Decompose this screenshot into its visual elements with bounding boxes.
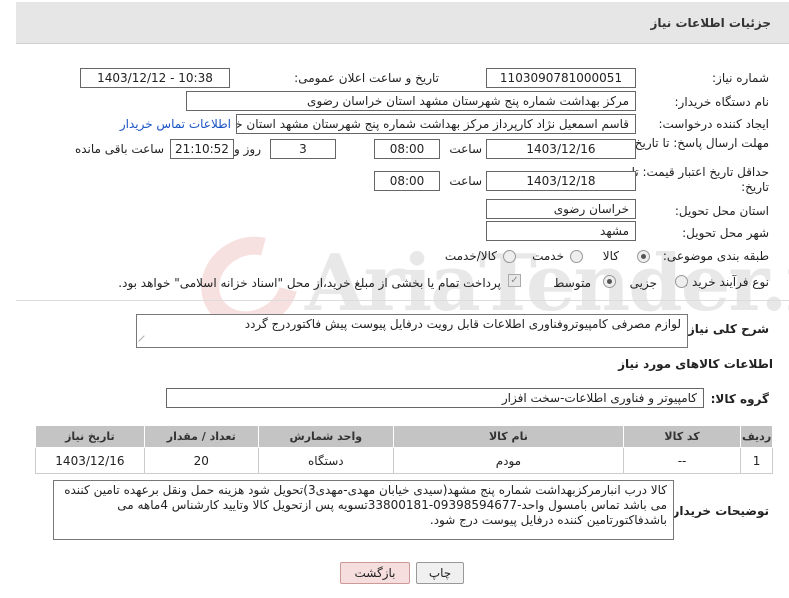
creator-label: ایجاد کننده درخواست:: [658, 117, 769, 131]
row-date: 1403/12/16: [35, 447, 145, 474]
remaining-label: ساعت باقی مانده: [74, 142, 164, 156]
col-name-header: نام کالا: [392, 425, 624, 448]
category-radio-goods[interactable]: [637, 250, 650, 263]
category-label: طبقه بندی موضوعی:: [662, 249, 769, 263]
buyer-field: مرکز بهداشت شماره پنج شهرستان مشهد استان…: [186, 91, 636, 111]
payment-note: پرداخت تمام یا بخشی از مبلغ خرید،از محل …: [118, 276, 501, 290]
buyer-label: نام دستگاه خریدار:: [674, 95, 770, 109]
city-field: مشهد: [486, 221, 636, 241]
table-row: 1 -- مودم دستگاه 20 1403/12/16: [35, 447, 773, 474]
city-label: شهر محل تحویل:: [682, 226, 769, 240]
row-name: مودم: [392, 447, 624, 474]
process-radio-minor[interactable]: [675, 275, 688, 288]
deadline-time-field: 08:00: [374, 139, 440, 159]
goods-group-label: گروه کالا:: [710, 392, 769, 406]
description-label: شرح کلی نیاز:: [683, 322, 769, 336]
deadline-label: مهلت ارسال پاسخ: تا تاریخ:: [630, 136, 769, 150]
remaining-time-field: 21:10:52: [170, 139, 234, 159]
table-header-row: ردیف کد کالا نام کالا واحد شمارش تعداد /…: [35, 425, 773, 448]
print-button[interactable]: چاپ: [416, 562, 464, 584]
payment-checkbox[interactable]: ✓: [508, 274, 521, 287]
row-quantity: 20: [143, 447, 259, 474]
category-option-both: کالا/خدمت: [444, 249, 497, 263]
process-label: نوع فرآیند خرید :: [684, 275, 769, 289]
validity-time-field: 08:00: [374, 171, 440, 191]
category-radio-service[interactable]: [570, 250, 583, 263]
header-bar: جزئیات اطلاعات نیاز: [16, 2, 789, 44]
deadline-date-field: 1403/12/16: [486, 139, 636, 159]
col-quantity-header: تعداد / مقدار: [143, 425, 259, 448]
creator-field: قاسم اسمعیل نژاد کارپرداز مرکز بهداشت شم…: [236, 114, 636, 134]
row-code: --: [622, 447, 742, 474]
province-field: خراسان رضوی: [486, 199, 636, 219]
page-title: جزئیات اطلاعات نیاز: [650, 16, 771, 30]
col-row-header: ردیف: [740, 425, 773, 448]
row-index: 1: [740, 447, 773, 474]
buyer-notes-text: کالا درب انبارمرکزبهداشت شماره پنج مشهد(…: [64, 483, 667, 527]
description-text: لوازم مصرفی کامپیوتروفناوری اطلاعات قابل…: [244, 317, 681, 331]
col-code-header: کد کالا: [622, 425, 742, 448]
province-label: استان محل تحویل:: [674, 204, 769, 218]
announce-label: تاریخ و ساعت اعلان عمومی:: [294, 71, 439, 85]
buyer-notes-textarea: کالا درب انبارمرکزبهداشت شماره پنج مشهد(…: [53, 480, 674, 540]
days-label: روز و: [234, 142, 261, 156]
items-table: ردیف کد کالا نام کالا واحد شمارش تعداد /…: [35, 425, 773, 474]
validity-time-label: ساعت: [449, 174, 482, 188]
process-option-minor: جزیی: [629, 276, 657, 290]
validity-date-field: 1403/12/18: [486, 171, 636, 191]
col-date-header: تاریخ نیاز: [35, 425, 145, 448]
need-number-field: 1103090781000051: [486, 68, 636, 88]
row-unit: دستگاه: [257, 447, 394, 474]
description-textarea: لوازم مصرفی کامپیوتروفناوری اطلاعات قابل…: [136, 314, 688, 348]
validity-label: حداقل تاریخ اعتبار قیمت: تا تاریخ:: [631, 165, 769, 194]
buyer-notes-label: توضیحات خریدار:: [667, 504, 769, 518]
goods-group-field: کامپیوتر و فناوری اطلاعات-سخت افزار: [166, 388, 704, 408]
goods-section-title: اطلاعات کالاهای مورد نیاز: [618, 357, 773, 371]
days-field: 3: [270, 139, 336, 159]
resize-grip-icon[interactable]: [138, 335, 150, 347]
category-option-service: خدمت: [532, 249, 564, 263]
buyer-contact-link[interactable]: اطلاعات تماس خریدار: [120, 117, 231, 131]
back-button[interactable]: بازگشت: [340, 562, 410, 584]
deadline-time-label: ساعت: [449, 142, 482, 156]
divider: [16, 300, 789, 301]
need-number-label: شماره نیاز:: [712, 71, 769, 85]
col-unit-header: واحد شمارش: [257, 425, 394, 448]
category-radio-both[interactable]: [503, 250, 516, 263]
category-option-goods: کالا: [602, 249, 619, 263]
process-option-medium: متوسط: [553, 276, 591, 290]
process-radio-medium[interactable]: [603, 275, 616, 288]
announce-field: 1403/12/12 - 10:38: [80, 68, 230, 88]
